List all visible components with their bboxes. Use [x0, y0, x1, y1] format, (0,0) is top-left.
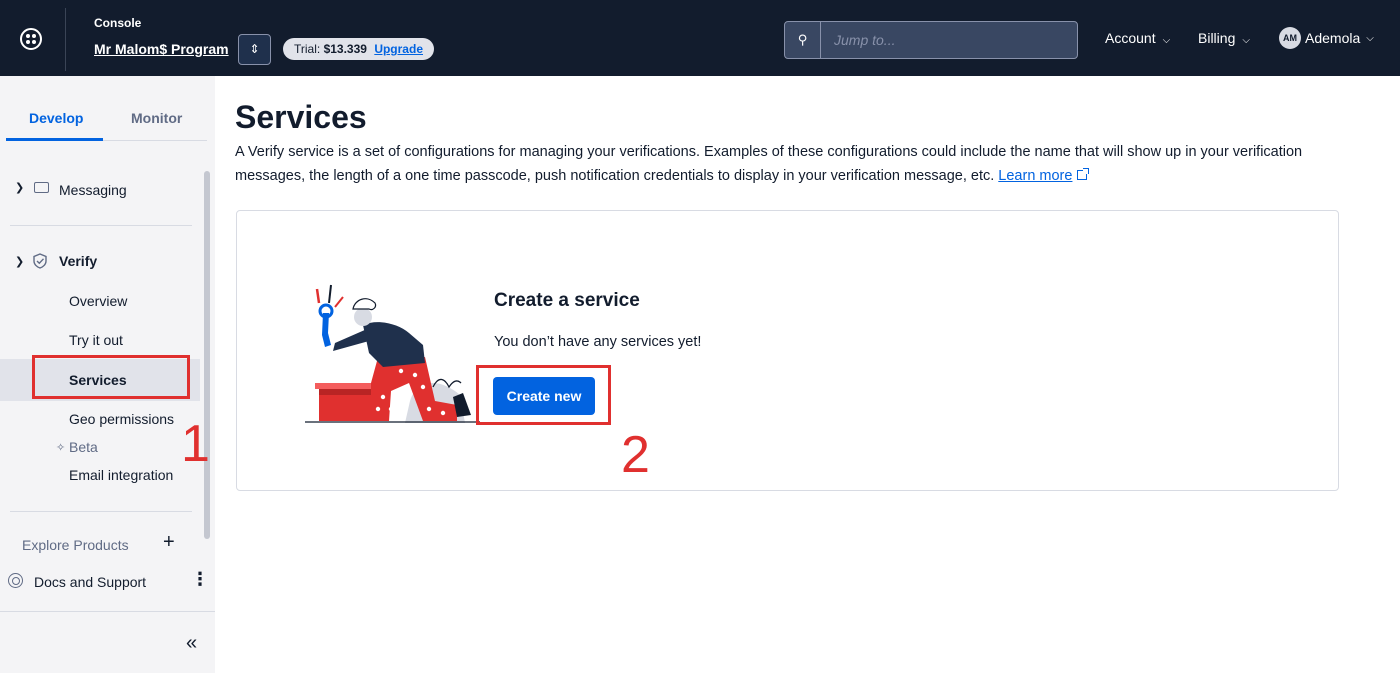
beta-badge: Beta: [69, 439, 98, 455]
trial-label: Trial:: [294, 42, 321, 56]
page-description: A Verify service is a set of configurati…: [235, 140, 1345, 188]
shield-check-icon: [33, 253, 47, 269]
chevron-down-icon[interactable]: ❯: [15, 255, 24, 268]
annotation-highlight-services: [32, 355, 190, 399]
chevron-right-icon[interactable]: ❯: [15, 181, 24, 194]
top-bar: Console Mr Malom$ Program ⇕ Trial: $13.3…: [0, 0, 1400, 76]
annotation-number: 2: [621, 426, 650, 484]
sidebar-divider: [10, 511, 192, 512]
sidebar-item-messaging[interactable]: Messaging: [59, 182, 127, 198]
account-name-link[interactable]: Mr Malom$ Program: [94, 41, 229, 57]
billing-menu[interactable]: Billing ⌵: [1198, 30, 1250, 46]
page-title: Services: [235, 99, 367, 135]
account-menu[interactable]: Account ⌵: [1105, 30, 1170, 46]
explore-products-link[interactable]: Explore Products: [22, 537, 129, 553]
sidebar-item-geo-permissions[interactable]: Geo permissions: [69, 411, 174, 427]
chevron-down-icon: ⌵: [1162, 35, 1171, 46]
more-vertical-icon[interactable]: ⋮: [191, 570, 209, 588]
active-tab-indicator: [6, 138, 103, 141]
docs-and-support-link[interactable]: Docs and Support: [34, 574, 146, 590]
description-text: A Verify service is a set of configurati…: [235, 144, 1303, 184]
learn-more-link[interactable]: Learn more: [998, 168, 1072, 184]
user-menu[interactable]: AM Ademola ⌵: [1279, 27, 1374, 49]
tab-monitor[interactable]: Monitor: [131, 110, 182, 126]
double-chevron-left-icon[interactable]: «: [186, 632, 197, 655]
empty-state-text: You don’t have any services yet!: [494, 334, 702, 350]
trial-badge: Trial: $13.339 Upgrade: [283, 38, 434, 60]
topbar-divider: [65, 8, 66, 71]
sidebar-item-overview[interactable]: Overview: [69, 293, 127, 309]
sparkle-icon: ✧: [56, 442, 66, 454]
sidebar-item-try-it-out[interactable]: Try it out: [69, 332, 123, 348]
repair-person-illustration: [305, 284, 480, 423]
annotation-number: 1: [181, 415, 210, 473]
plus-icon[interactable]: +: [163, 531, 175, 554]
tab-develop[interactable]: Develop: [29, 110, 83, 126]
annotation-highlight-create-new: [476, 365, 611, 425]
sidebar-item-verify[interactable]: Verify: [59, 253, 97, 269]
account-menu-label: Account: [1105, 30, 1156, 46]
trial-balance: $13.339: [323, 42, 367, 56]
lifebuoy-icon: [8, 573, 23, 588]
card-title: Create a service: [494, 290, 640, 311]
user-name: Ademola: [1305, 30, 1361, 46]
chat-bubble-icon: [34, 182, 49, 193]
chevron-down-icon: ⌵: [1366, 32, 1374, 44]
billing-menu-label: Billing: [1198, 30, 1236, 46]
search-icon[interactable]: ⚲: [785, 22, 821, 58]
twilio-logo-icon[interactable]: [20, 28, 42, 50]
sidebar-item-email-integration[interactable]: Email integration: [69, 467, 173, 483]
sidebar-divider: [0, 611, 215, 612]
console-label: Console: [94, 16, 142, 30]
sidebar-divider: [10, 225, 192, 226]
sidebar-scrollbar[interactable]: [204, 171, 210, 539]
account-switcher-button[interactable]: ⇕: [238, 34, 271, 65]
avatar: AM: [1279, 27, 1301, 49]
search-box: ⚲: [784, 21, 1078, 59]
search-input[interactable]: [822, 22, 1076, 58]
chevron-down-icon: ⌵: [1242, 35, 1250, 46]
external-link-icon: [1077, 168, 1090, 180]
upgrade-link[interactable]: Upgrade: [374, 42, 423, 56]
chevron-up-down-icon: ⇕: [249, 42, 260, 56]
